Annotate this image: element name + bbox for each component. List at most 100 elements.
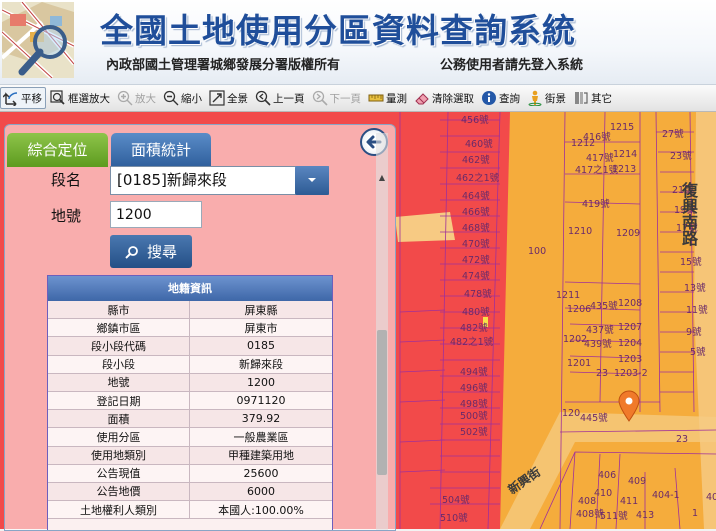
info-value: 6000 [189,482,332,502]
section-select-dropdown[interactable] [295,166,329,195]
tool-zoom-out[interactable]: 縮小 [161,87,205,109]
panel-scrollbar-thumb[interactable] [377,330,387,475]
parcel-label: 419號 [582,199,610,210]
info-key: 段小段代碼 [48,336,190,356]
tool-clear-selection[interactable]: 清除選取 [412,87,477,109]
search-icon [125,245,138,259]
table-row: 公告地價 6000 [48,482,332,502]
other-icon [575,92,588,104]
parcel-label: 100 [528,246,547,257]
parcel-label: 15號 [680,257,702,268]
previous-view-icon [255,90,271,106]
lot-number-label: 地號 [51,207,82,225]
parcel-label: 482之1號 [450,337,494,348]
tool-street-view[interactable]: 街景 [525,87,569,109]
parcel-label: 494號 [460,367,488,378]
login-hint-link[interactable]: 公務使用者請先登入系統 [440,54,583,73]
tool-next-view[interactable]: 下一頁 [310,87,365,109]
scroll-up-icon[interactable]: ▲ [377,173,387,183]
info-value: 0185 [189,336,332,356]
tool-query[interactable]: 查詢 [479,87,523,109]
parcel-label: 482號 [460,323,488,334]
tool-label: 上一頁 [273,92,305,105]
copyright-text: 內政部國土管理署城鄉發展分署版權所有 [106,58,341,73]
parcel-label: 406 [598,470,617,481]
parcel-label: 1201 [567,358,592,369]
table-row: 使用分區 一般農業區 [48,427,332,447]
parcel-label: 504號 [442,495,470,506]
parcel-label: 1214 [613,149,638,160]
box-zoom-icon [50,90,65,105]
zoom-out-icon [163,90,179,106]
tool-measure[interactable]: 量測 [366,87,410,109]
tool-box-zoom[interactable]: 框選放大 [48,87,113,109]
parcel-label: 5號 [690,347,706,358]
info-key: 使用分區 [48,427,190,447]
parcel-label: 511號 [600,511,628,522]
parcel-label: 1202 [563,334,588,345]
info-value: 屏東縣 [189,301,332,320]
parcel-label: 1203 [618,354,643,365]
lot-number-input[interactable] [110,201,202,228]
info-key: 鄉鎮市區 [48,318,190,338]
location-marker-icon[interactable] [618,390,640,422]
info-value: 甲種建築用地 [189,446,332,465]
tab-area-statistics[interactable]: 面積統計 [111,133,211,167]
info-value: 屏東市 [189,318,332,338]
parcel-label: 410 [594,488,613,499]
parcel-label: 1207 [618,322,643,333]
section-label: 段名 [51,171,82,189]
parcel-label: 411 [620,496,639,507]
parcel-label: 23 [676,434,689,445]
table-row: 土地權利人類別 本國人:100.00% [48,500,332,520]
tool-label: 放大 [135,92,156,105]
info-value: 379.92 [189,409,332,429]
parcel-label: 23 [596,368,609,379]
table-row: 鄉鎮市區 屏東市 [48,318,332,338]
table-row: 登記日期 0971120 [48,391,332,411]
search-button[interactable]: 搜尋 [110,235,192,268]
table-row: 公告現值 25600 [48,464,332,483]
tool-label: 其它 [591,92,612,105]
parcel-label: 27號 [662,129,684,140]
parcel-label: 466號 [462,207,490,218]
parcel-label: 1215 [610,122,635,133]
tool-pan[interactable]: 平移 [0,87,46,109]
parcel-label: 472號 [462,255,490,266]
pan-icon [3,92,18,106]
cadastral-info-header: 地籍資訊 [48,276,332,301]
cadastral-info-body: 縣市 屏東縣 鄉鎮市區 屏東市 段小段代碼 0185 段小段 新歸來段 地號 1200 登記日期 09… [48,301,332,520]
parcel-label: 1212 [571,138,596,149]
tool-other[interactable]: 其它 [571,87,615,109]
search-button-label: 搜尋 [146,243,177,261]
parcel-label: 462號 [462,155,490,166]
table-row: 使用地類別 甲種建築用地 [48,446,332,465]
tab-general-locate[interactable]: 綜合定位 [7,133,108,167]
parcel-label: 402 [706,492,716,503]
info-key: 公告現值 [48,464,190,483]
parcel-label: 445號 [580,413,608,424]
tool-label: 平移 [21,92,42,105]
parcel-label: 1203-2 [614,368,648,379]
info-key: 登記日期 [48,391,190,411]
parcel-label: 462之1號 [456,173,500,184]
parcel-label: 1209 [616,228,641,239]
info-key: 面積 [48,409,190,429]
parcel-label: 413 [636,510,655,521]
tool-previous-view[interactable]: 上一頁 [253,87,308,109]
info-key: 使用地類別 [48,446,190,465]
parcel-label: 439號 [584,339,612,350]
tool-zoom-in[interactable]: 放大 [115,87,159,109]
info-key: 地號 [48,373,190,392]
parcel-label: 502號 [460,427,488,438]
street-label-fuxing-south: 復興南路 [679,182,698,246]
info-value: 本國人:100.00% [189,500,332,520]
parcel-label: 460號 [465,139,493,150]
table-row: 地號 1200 [48,373,332,392]
cadastral-info-table: 地籍資訊 縣市 屏東縣 鄉鎮市區 屏東市 段小段代碼 0185 段小段 新歸來段 地號 1200 登… [47,275,333,530]
query-panel: 綜合定位 面積統計 段名 [0185]新歸來段 地號 搜尋 地籍資訊 縣市屏東縣… [4,124,396,531]
info-key: 縣市 [48,301,190,320]
parcel-label: 1 [692,508,699,519]
full-extent-icon [209,90,225,106]
tool-full-extent[interactable]: 全景 [207,87,251,109]
